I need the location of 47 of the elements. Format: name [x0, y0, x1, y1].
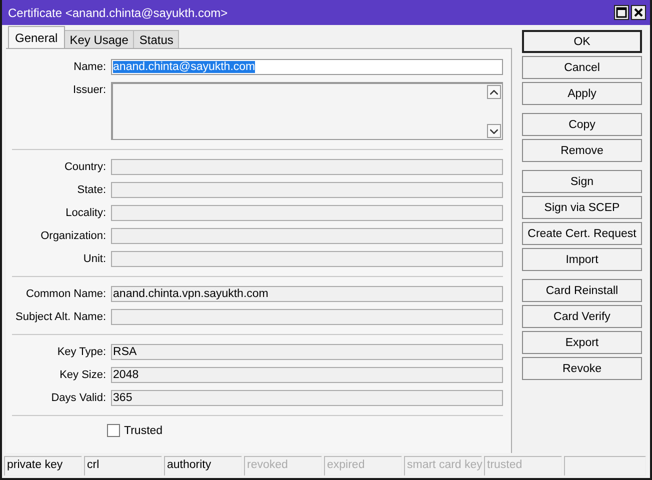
status-cell: private key — [4, 456, 82, 476]
input-field[interactable]: anand.chinta@sayukth.com — [111, 59, 503, 75]
dialog-button[interactable]: Import — [522, 248, 642, 271]
field-label: Key Size: — [58, 368, 108, 383]
tab[interactable]: General — [8, 26, 65, 48]
scroll-down-button[interactable] — [487, 124, 501, 138]
field-label: Common Name: — [24, 287, 108, 302]
dialog-button[interactable]: Copy — [522, 113, 642, 136]
tab[interactable]: Key Usage — [64, 30, 134, 48]
field-label: Name: — [72, 60, 108, 75]
maximize-button[interactable] — [614, 5, 629, 20]
close-icon — [633, 7, 644, 18]
checkbox-label: Trusted — [124, 424, 163, 436]
caret-up-icon — [490, 90, 498, 94]
dialog-button[interactable]: OK — [522, 30, 642, 53]
field-label: Days Valid: — [50, 391, 108, 406]
dialog-button[interactable]: Card Reinstall — [522, 279, 642, 302]
field-label: Issuer: — [72, 83, 108, 98]
field-label: Subject Alt. Name: — [14, 310, 108, 325]
checkbox[interactable] — [107, 424, 120, 437]
dialog-button[interactable]: Revoke — [522, 357, 642, 380]
scroll-up-button[interactable] — [487, 85, 501, 99]
dialog-button[interactable]: Remove — [522, 139, 642, 162]
status-cell: crl — [84, 456, 162, 476]
dialog-button[interactable]: Create Cert. Request — [522, 222, 642, 245]
status-cell: expired — [324, 456, 402, 476]
dialog-button[interactable]: Sign via SCEP — [522, 196, 642, 219]
dialog-button[interactable]: Export — [522, 331, 642, 354]
status-cell: trusted — [484, 456, 562, 476]
field-label: Organization: — [40, 229, 108, 244]
field-label: Country: — [63, 160, 108, 175]
maximize-icon — [616, 7, 627, 18]
dialog-button[interactable]: Sign — [522, 170, 642, 193]
dialog-button[interactable]: Cancel — [522, 56, 642, 79]
field-label: Unit: — [82, 252, 108, 267]
field-label: Key Type: — [56, 345, 108, 360]
field-label: State: — [76, 183, 108, 198]
tab[interactable]: Status — [133, 30, 180, 48]
dialog-button[interactable]: Card Verify — [522, 305, 642, 328]
status-cell: smart card key — [404, 456, 482, 476]
status-cell: revoked — [244, 456, 322, 476]
dialog-button[interactable]: Apply — [522, 82, 642, 105]
field-label: Locality: — [64, 206, 108, 221]
window-title: Certificate <anand.chinta@sayukth.com> — [8, 6, 228, 20]
close-button[interactable] — [631, 5, 646, 20]
caret-down-icon — [490, 128, 498, 134]
status-cell: authority — [164, 456, 242, 476]
